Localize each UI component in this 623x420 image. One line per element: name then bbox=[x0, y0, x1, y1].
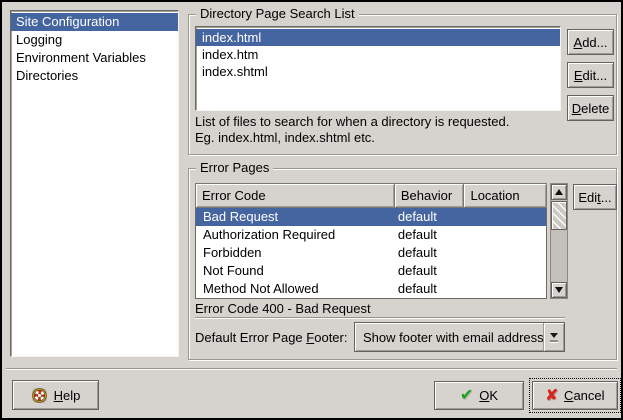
sidebar-item-environment-variables[interactable]: Environment Variables bbox=[11, 49, 178, 67]
list-item-index-html[interactable]: index.html bbox=[196, 29, 560, 46]
help-button[interactable]: Help bbox=[12, 380, 99, 410]
directory-frame-title: Directory Page Search List bbox=[196, 6, 359, 22]
sidebar-item-logging[interactable]: Logging bbox=[11, 31, 178, 49]
dropdown-selected-value: Show footer with email address bbox=[355, 330, 543, 345]
table-scrollbar[interactable] bbox=[550, 183, 568, 299]
scrollbar-thumb[interactable] bbox=[551, 201, 567, 230]
table-row[interactable]: Authorization Required default bbox=[196, 226, 546, 244]
error-pages-frame-title: Error Pages bbox=[196, 160, 273, 176]
table-row[interactable]: Not Found default bbox=[196, 262, 546, 280]
error-code-status: Error Code 400 - Bad Request bbox=[195, 301, 371, 316]
table-header-row: Error Code Behavior Location bbox=[195, 183, 547, 208]
table-row[interactable]: Method Not Allowed default bbox=[196, 280, 546, 298]
edit-button[interactable]: Edit... bbox=[567, 62, 614, 88]
edit-error-page-button[interactable]: Edit... bbox=[573, 184, 617, 210]
site-configuration-dialog: Site Configuration Logging Environment V… bbox=[0, 0, 623, 420]
ok-button[interactable]: ✔ OK bbox=[434, 381, 524, 410]
sidebar-item-site-configuration[interactable]: Site Configuration bbox=[11, 13, 178, 31]
column-header-behavior[interactable]: Behavior bbox=[394, 183, 465, 208]
directory-list-description-line2: Eg. index.html, index.shtml etc. bbox=[195, 130, 375, 145]
cross-icon: ✘ bbox=[545, 388, 558, 403]
add-button[interactable]: Add... bbox=[567, 29, 614, 55]
list-item-index-htm[interactable]: index.htm bbox=[196, 46, 560, 63]
arrow-up-icon[interactable] bbox=[551, 184, 567, 200]
check-icon: ✔ bbox=[460, 388, 473, 404]
sidebar-item-directories[interactable]: Directories bbox=[11, 67, 178, 85]
arrow-down-icon[interactable] bbox=[551, 282, 567, 298]
footer-label: Default Error Page Footer: bbox=[195, 330, 347, 345]
error-footer-dropdown[interactable]: Show footer with email address bbox=[354, 322, 565, 352]
dropdown-arrow-icon bbox=[543, 323, 564, 351]
column-header-location[interactable]: Location bbox=[463, 183, 547, 208]
table-row[interactable]: Bad Request default bbox=[196, 208, 546, 226]
directory-file-list: index.html index.htm index.shtml bbox=[195, 26, 561, 111]
error-pages-table: Error Code Behavior Location Bad Request… bbox=[195, 183, 547, 299]
category-list: Site Configuration Logging Environment V… bbox=[10, 10, 179, 357]
dialog-separator bbox=[6, 368, 617, 369]
cancel-button[interactable]: ✘ Cancel bbox=[532, 381, 618, 410]
lifebuoy-icon bbox=[31, 387, 48, 404]
list-item-index-shtml[interactable]: index.shtml bbox=[196, 63, 560, 80]
separator bbox=[195, 317, 565, 318]
directory-list-description-line1: List of files to search for when a direc… bbox=[195, 114, 509, 129]
column-header-error-code[interactable]: Error Code bbox=[195, 183, 395, 208]
delete-button[interactable]: Delete bbox=[567, 95, 614, 121]
table-row[interactable]: Forbidden default bbox=[196, 244, 546, 262]
